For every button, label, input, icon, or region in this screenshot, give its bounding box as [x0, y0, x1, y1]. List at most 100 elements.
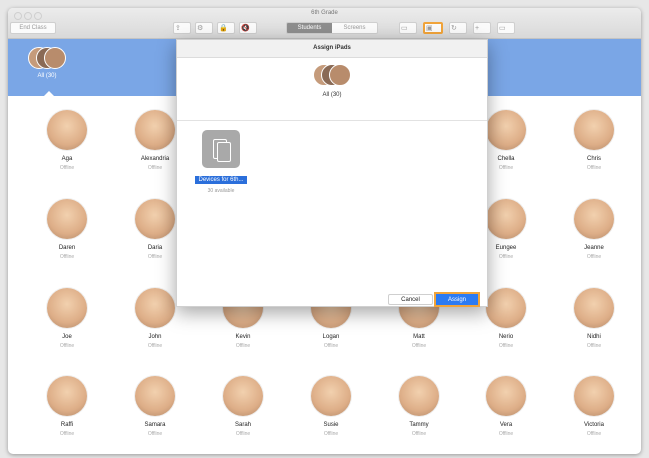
student-name: John	[148, 334, 162, 340]
avatar	[329, 64, 351, 86]
title-bar: 6th Grade End Class ⇪ ⚙ 🔒 🔇 Students Scr…	[8, 8, 641, 39]
student-status: Offline	[147, 343, 163, 349]
refresh-icon: ↻	[451, 25, 457, 32]
cancel-button[interactable]: Cancel	[388, 294, 433, 305]
student-status: Offline	[59, 431, 75, 437]
student-tile[interactable]: Nidhi Offline	[551, 288, 637, 349]
tab-students[interactable]: Students	[287, 23, 332, 33]
divider	[177, 120, 487, 121]
ipad-group-icon	[202, 130, 240, 168]
student-name: Sarah	[234, 422, 251, 428]
assign-ipads-dialog: Assign iPads All (30) Devices for 6th...…	[176, 39, 488, 307]
lock-icon: 🔒	[219, 25, 228, 32]
student-tile[interactable]: Chris Offline	[551, 110, 637, 171]
end-class-button[interactable]: End Class	[10, 22, 56, 34]
student-tile[interactable]: Vera Offline	[463, 376, 549, 437]
student-tile[interactable]: Susie Offline	[288, 376, 374, 437]
student-tile[interactable]: Raffi Offline	[24, 376, 110, 437]
mute-button[interactable]: 🔇	[239, 22, 257, 34]
student-name: Aga	[61, 156, 73, 162]
avatar	[47, 288, 87, 328]
student-name: Vera	[499, 422, 513, 428]
student-status: Offline	[235, 431, 251, 437]
student-name: Victoria	[584, 422, 604, 428]
avatar	[311, 376, 351, 416]
assign-ipads-toolbar-button[interactable]: ▣	[423, 22, 443, 34]
refresh-button[interactable]: ↻	[449, 22, 467, 34]
avatar	[574, 110, 614, 150]
student-name: Kevin	[235, 334, 251, 340]
student-status: Offline	[411, 343, 427, 349]
avatar	[399, 376, 439, 416]
avatar	[486, 288, 526, 328]
assign-button[interactable]: Assign	[434, 292, 480, 307]
avatar	[47, 376, 87, 416]
student-name: Chris	[586, 156, 601, 162]
student-name: Nidhi	[587, 334, 601, 340]
ipad-icon	[217, 142, 231, 162]
avatar	[574, 376, 614, 416]
student-tile[interactable]: Joe Offline	[24, 288, 110, 349]
classroom-window: 6th Grade End Class ⇪ ⚙ 🔒 🔇 Students Scr…	[8, 8, 641, 454]
student-tile[interactable]: Daren Offline	[24, 199, 110, 260]
avatar	[486, 376, 526, 416]
airplay-icon: ▭	[401, 25, 408, 32]
monitor-icon: ▭	[499, 25, 506, 32]
student-tile[interactable]: Sarah Offline	[200, 376, 286, 437]
student-status: Offline	[498, 431, 514, 437]
airplay-button[interactable]: ▭	[399, 22, 417, 34]
avatar	[486, 110, 526, 150]
avatar	[44, 47, 66, 69]
avatar-cluster	[313, 62, 351, 88]
student-tile[interactable]: Victoria Offline	[551, 376, 637, 437]
student-status: Offline	[323, 343, 339, 349]
monitor-button[interactable]: ▭	[497, 22, 515, 34]
student-status: Offline	[586, 431, 602, 437]
student-status: Offline	[147, 431, 163, 437]
add-icon: +	[475, 24, 480, 32]
view-segmented-control: Students Screens	[286, 22, 378, 34]
avatar	[574, 199, 614, 239]
add-button[interactable]: +	[473, 22, 491, 34]
avatar-cluster	[28, 45, 66, 71]
student-name: Daren	[58, 245, 76, 251]
student-status: Offline	[411, 431, 427, 437]
student-name: Nerio	[498, 334, 514, 340]
avatar	[47, 199, 87, 239]
dialog-group-all: All (30)	[177, 62, 487, 116]
settings-button[interactable]: ⚙	[195, 22, 213, 34]
student-tile[interactable]: Tammy Offline	[376, 376, 462, 437]
device-group-label[interactable]: Devices for 6th...	[195, 176, 247, 184]
dialog-title: Assign iPads	[177, 40, 487, 58]
tab-screens[interactable]: Screens	[332, 23, 377, 33]
avatar	[486, 199, 526, 239]
avatar	[223, 376, 263, 416]
student-name: Tammy	[409, 422, 429, 428]
student-tile[interactable]: Samara Offline	[112, 376, 198, 437]
student-tile[interactable]: Aga Offline	[24, 110, 110, 171]
device-count: 30 available	[207, 188, 235, 194]
share-button[interactable]: ⇪	[173, 22, 191, 34]
dialog-group-label: All (30)	[322, 92, 342, 98]
student-tile[interactable]: Jeanne Offline	[551, 199, 637, 260]
student-name: Logan	[322, 334, 340, 340]
group-label: All (30)	[37, 73, 57, 79]
group-all[interactable]: All (30)	[24, 45, 70, 93]
student-status: Offline	[59, 254, 75, 260]
avatar	[47, 110, 87, 150]
student-name: Raffi	[60, 422, 74, 428]
student-status: Offline	[235, 343, 251, 349]
student-name: Matt	[413, 334, 425, 340]
student-name: Samara	[144, 422, 166, 428]
window-title: 6th Grade	[311, 10, 338, 16]
mute-icon: 🔇	[241, 25, 250, 32]
student-status: Offline	[586, 343, 602, 349]
avatar	[574, 288, 614, 328]
device-group-item[interactable]: Devices for 6th... 30 available	[187, 130, 255, 194]
avatar	[135, 199, 175, 239]
selection-pointer	[43, 91, 55, 97]
share-icon: ⇪	[175, 25, 181, 32]
student-name: Susie	[323, 422, 339, 428]
lock-button[interactable]: 🔒	[217, 22, 235, 34]
student-status: Offline	[586, 165, 602, 171]
